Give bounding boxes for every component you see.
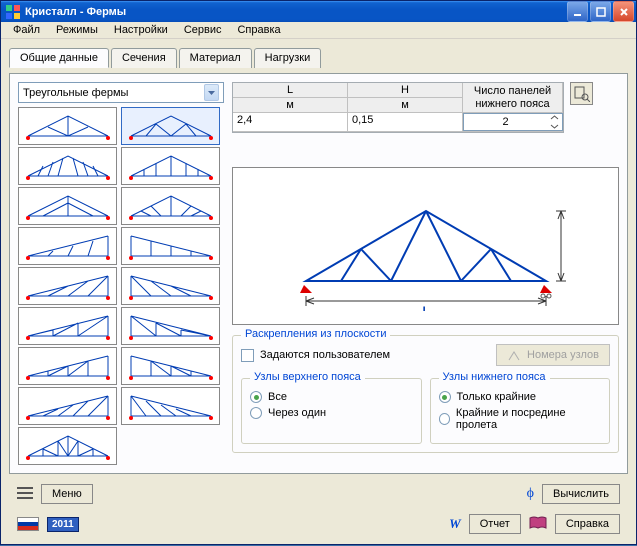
truss-option-2[interactable] <box>121 107 220 145</box>
panels-spinner[interactable]: 2 <box>463 113 563 131</box>
truss-option-15[interactable] <box>18 387 117 425</box>
truss-option-1[interactable] <box>18 107 117 145</box>
preview-zoom-button[interactable] <box>570 82 593 105</box>
value-L[interactable]: 2,4 <box>233 113 348 132</box>
bottom-label-ends: Только крайние <box>457 391 537 403</box>
truss-option-4[interactable] <box>121 147 220 185</box>
word-icon: W <box>449 516 461 532</box>
user-defined-checkbox[interactable] <box>241 349 254 362</box>
chevron-down-icon <box>204 84 219 101</box>
phi-icon: ϕ <box>527 486 534 502</box>
truss-option-10[interactable] <box>121 267 220 305</box>
app-icon <box>5 4 21 20</box>
tab-general[interactable]: Общие данные <box>9 48 109 68</box>
bottom-chord-group: Узлы нижнего пояса Только крайние Крайни… <box>430 378 611 444</box>
unit-H: м <box>348 98 463 113</box>
top-chord-group: Узлы верхнего пояса Все Через один <box>241 378 422 444</box>
minimize-button[interactable] <box>567 1 588 22</box>
bottom-radio-ends[interactable] <box>439 391 451 403</box>
maximize-button[interactable] <box>590 1 611 22</box>
bracing-group: Раскрепления из плоскости Задаются польз… <box>232 335 619 453</box>
truss-selector-column: Треугольные фермы <box>18 82 224 465</box>
menu-help[interactable]: Справка <box>229 22 288 38</box>
unit-L: м <box>233 98 348 113</box>
titlebar: Кристалл - Фермы <box>1 1 636 22</box>
truss-thumbnail-grid <box>18 107 224 465</box>
flag-icon <box>17 517 39 531</box>
top-radio-alternate[interactable] <box>250 407 262 419</box>
spin-up-icon[interactable] <box>547 114 562 122</box>
truss-type-value: Треугольные фермы <box>23 87 128 99</box>
help-button[interactable]: Справка <box>555 514 620 534</box>
tab-panel-general: Треугольные фермы <box>9 73 628 474</box>
close-button[interactable] <box>613 1 634 22</box>
parameters-table: L H Число панелей нижнего пояса м м 2,4 … <box>232 82 619 133</box>
parameters-column: L H Число панелей нижнего пояса м м 2,4 … <box>232 82 619 465</box>
value-panels-cell: 2 <box>463 113 563 132</box>
panels-value: 2 <box>464 116 547 128</box>
window-title: Кристалл - Фермы <box>25 6 567 18</box>
menu-modes[interactable]: Режимы <box>48 22 106 38</box>
nodes-icon <box>507 348 521 362</box>
menu-file[interactable]: Файл <box>5 22 48 38</box>
bottom-radio-ends-mid[interactable] <box>439 413 450 425</box>
truss-option-3[interactable] <box>18 147 117 185</box>
bottom-toolbar-2: 2011 W Отчет Справка <box>9 514 628 538</box>
top-label-all: Все <box>268 391 287 403</box>
bottom-chord-title: Узлы нижнего пояса <box>439 371 550 383</box>
col-header-H: H <box>348 83 463 98</box>
menu-icon <box>17 486 33 503</box>
svg-text:L: L <box>422 305 429 311</box>
tab-loads[interactable]: Нагрузки <box>254 48 322 68</box>
node-numbers-button: Номера узлов <box>496 344 610 366</box>
truss-type-combo[interactable]: Треугольные фермы <box>18 82 224 103</box>
bottom-label-ends-mid: Крайние и посредине пролета <box>456 407 601 431</box>
book-icon <box>529 516 547 533</box>
tab-sections[interactable]: Сечения <box>111 48 177 68</box>
truss-option-8[interactable] <box>121 227 220 265</box>
truss-option-13[interactable] <box>18 347 117 385</box>
col-header-panels: Число панелей нижнего пояса <box>463 83 563 113</box>
bracing-group-title: Раскрепления из плоскости <box>241 328 390 340</box>
magnifier-icon <box>574 86 590 102</box>
truss-option-6[interactable] <box>121 187 220 225</box>
tab-material[interactable]: Материал <box>179 48 252 68</box>
top-label-alternate: Через один <box>268 407 326 419</box>
col-header-L: L <box>233 83 348 98</box>
tab-strip: Общие данные Сечения Материал Нагрузки <box>9 47 628 67</box>
truss-option-5[interactable] <box>18 187 117 225</box>
truss-option-14[interactable] <box>121 347 220 385</box>
truss-option-12[interactable] <box>121 307 220 345</box>
bottom-toolbar: Меню ϕ Вычислить <box>9 480 628 508</box>
user-defined-label: Задаются пользователем <box>260 349 390 361</box>
main-window: Кристалл - Фермы Файл Режимы Настройки С… <box>0 0 637 545</box>
truss-option-16[interactable] <box>121 387 220 425</box>
top-chord-title: Узлы верхнего пояса <box>250 371 365 383</box>
menu-settings[interactable]: Настройки <box>106 22 176 38</box>
truss-option-17[interactable] <box>18 427 117 465</box>
menu-service[interactable]: Сервис <box>176 22 230 38</box>
menu-button[interactable]: Меню <box>41 484 93 504</box>
truss-option-9[interactable] <box>18 267 117 305</box>
report-button[interactable]: Отчет <box>469 514 521 534</box>
top-radio-all[interactable] <box>250 391 262 403</box>
truss-preview: L H <box>232 167 619 325</box>
menubar: Файл Режимы Настройки Сервис Справка <box>1 22 636 39</box>
compute-button[interactable]: Вычислить <box>542 484 620 504</box>
spin-down-icon[interactable] <box>547 122 562 130</box>
year-badge: 2011 <box>47 517 79 532</box>
truss-option-7[interactable] <box>18 227 117 265</box>
truss-option-11[interactable] <box>18 307 117 345</box>
value-H[interactable]: 0,15 <box>348 113 463 132</box>
client-area: Общие данные Сечения Материал Нагрузки Т… <box>1 39 636 546</box>
